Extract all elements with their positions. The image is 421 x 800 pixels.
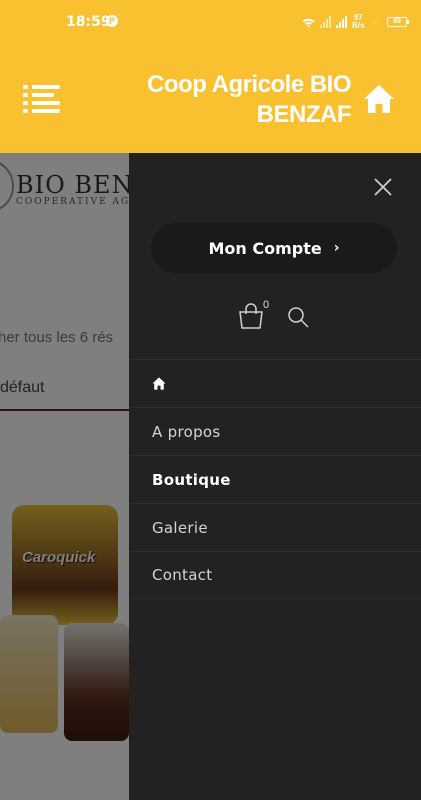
search-icon[interactable] — [287, 306, 309, 328]
header-title: Coop Agricole BIO BENZAF — [147, 71, 351, 128]
menu-icon[interactable] — [23, 85, 61, 113]
wifi-icon — [302, 18, 315, 27]
account-button-label: Mon Compte — [208, 238, 322, 258]
status-icons: 97 B/s ⚡ 89 — [302, 13, 409, 30]
status-time: 18:59 — [66, 14, 111, 30]
battery-icon: 89 — [387, 17, 409, 27]
drawer-backdrop[interactable] — [0, 153, 129, 800]
home-icon[interactable] — [363, 84, 395, 114]
notification-p-icon: P — [106, 15, 118, 27]
net-speed: 97 B/s — [352, 13, 365, 30]
signal-icon-2 — [336, 16, 348, 28]
side-drawer: Mon Compte › 0 A propos Boutique Galerie… — [129, 153, 421, 800]
status-bar: 18:59 P 97 B/s ⚡ 89 — [0, 0, 421, 46]
nav-item-contact[interactable]: Contact — [129, 551, 421, 599]
drawer-nav: A propos Boutique Galerie Contact — [129, 359, 421, 599]
shopping-bag-icon[interactable] — [237, 303, 265, 329]
nav-item-a-propos[interactable]: A propos — [129, 407, 421, 455]
background-page: BIO BEN COOPERATIVE AG her tous les 6 ré… — [0, 153, 129, 800]
account-button[interactable]: Mon Compte › — [151, 223, 397, 273]
nav-item-home[interactable] — [129, 359, 421, 407]
close-icon[interactable] — [373, 177, 393, 197]
signal-icon — [320, 16, 332, 28]
chevron-right-icon: › — [333, 240, 340, 256]
nav-item-boutique[interactable]: Boutique — [129, 455, 421, 503]
cart-count-badge: 0 — [263, 299, 270, 311]
home-icon — [152, 377, 166, 390]
app-header: Coop Agricole BIO BENZAF — [0, 46, 421, 153]
nav-item-galerie[interactable]: Galerie — [129, 503, 421, 551]
charging-icon: ⚡ — [369, 16, 382, 28]
